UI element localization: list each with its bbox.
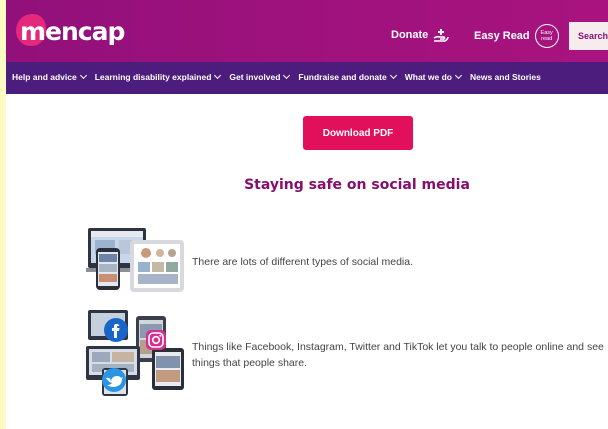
nav-item-fundraise-and-donate[interactable]: Fundraise and donate — [298, 71, 397, 82]
instagram-icon — [146, 330, 166, 350]
nav-item-label: What we do — [404, 72, 452, 82]
nav-item-label: Help and advice — [12, 72, 77, 82]
chevron-down-icon — [214, 71, 222, 80]
page-title: Staying safe on social media — [244, 177, 470, 193]
nav-item-what-we-do[interactable]: What we do — [404, 71, 463, 82]
chevron-down-icon — [79, 71, 87, 80]
nav-item-help-and-advice[interactable]: Help and advice — [12, 71, 87, 82]
item-text: There are lots of different types of soc… — [192, 255, 414, 268]
site-header: mencap Donate Easy Read Easy read Search — [6, 0, 608, 62]
chevron-down-icon — [454, 71, 463, 80]
nav-item-get-involved[interactable]: Get involved — [229, 71, 291, 82]
donate-hand-icon — [433, 29, 450, 42]
logo-text: mencap — [20, 17, 125, 46]
download-pdf-button[interactable]: Download PDF — [303, 116, 413, 150]
donate-link[interactable]: Donate — [391, 28, 450, 42]
easy-read-link[interactable]: Easy Read Easy read — [474, 24, 559, 48]
list-item: There are lots of different types of soc… — [84, 226, 512, 297]
nav-item-label: Learning disability explained — [94, 72, 212, 82]
social-media-apps-illustration — [86, 306, 186, 403]
easy-read-badge-line2: read — [541, 36, 553, 42]
chevron-down-icon — [283, 71, 291, 80]
page: mencap Donate Easy Read Easy read Search … — [6, 0, 608, 429]
nav-item-label: Get involved — [229, 72, 281, 82]
twitter-icon — [102, 368, 126, 392]
search-label: Search — [578, 31, 608, 41]
nav-item-label: News and Stories — [469, 72, 541, 82]
chevron-down-icon — [389, 71, 397, 80]
facebook-icon — [104, 318, 128, 342]
social-media-devices-illustration — [84, 226, 186, 297]
search-button[interactable]: Search — [569, 22, 608, 50]
list-item: Things like Facebook, Instagram, Twitter… — [86, 306, 608, 403]
nav-item-learning-disability-explained[interactable]: Learning disability explained — [94, 71, 222, 82]
easy-read-label: Easy Read — [474, 30, 530, 42]
easy-read-icon: Easy read — [534, 24, 559, 48]
mencap-logo[interactable]: mencap — [16, 12, 125, 52]
nav-item-news-and-stories[interactable]: News and Stories — [470, 72, 541, 82]
main-nav: Help and advice Learning disability expl… — [6, 62, 608, 94]
nav-item-label: Fundraise and donate — [298, 72, 387, 82]
donate-label: Donate — [391, 29, 429, 41]
item-text: Things like Facebook, Instagram, Twitter… — [192, 340, 604, 369]
